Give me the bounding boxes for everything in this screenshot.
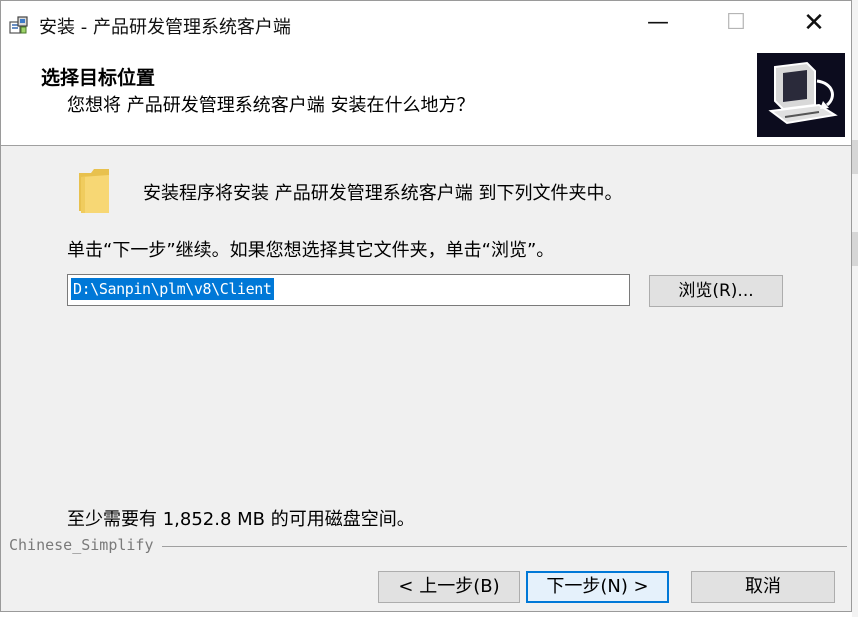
install-path-input[interactable]: D:\Sanpin\plm\v8\Client <box>67 274 630 306</box>
window-title: 安装 - 产品研发管理系统客户端 <box>39 17 291 38</box>
close-button[interactable]: ✕ <box>775 1 851 45</box>
installer-icon <box>9 16 28 34</box>
title-bar[interactable]: 安装 - 产品研发管理系统客户端 — ☐ ✕ <box>1 1 851 45</box>
maximize-button[interactable]: ☐ <box>697 1 775 45</box>
wizard-header: 选择目标位置 您想将 产品研发管理系统客户端 安装在什么地方？ <box>1 45 851 146</box>
language-label: Chinese_Simplify <box>9 536 162 554</box>
background-edge <box>852 0 858 617</box>
intro-text: 安装程序将安装 产品研发管理系统客户端 到下列文件夹中。 <box>143 183 623 204</box>
page-title: 选择目标位置 <box>41 67 156 89</box>
page-subtitle: 您想将 产品研发管理系统客户端 安装在什么地方？ <box>67 95 475 116</box>
minimize-button[interactable]: — <box>619 1 697 45</box>
installer-window: 安装 - 产品研发管理系统客户端 — ☐ ✕ 选择目标位置 您想将 产品研发管理… <box>0 0 852 612</box>
install-path-value: D:\Sanpin\plm\v8\Client <box>71 278 274 300</box>
folder-icon <box>79 169 109 213</box>
cancel-button[interactable]: 取消 <box>691 571 835 603</box>
computer-install-logo <box>757 53 845 137</box>
instruction-text: 单击“下一步”继续。如果您想选择其它文件夹，单击“浏览”。 <box>67 240 555 261</box>
edge-mark <box>852 140 858 174</box>
browse-button[interactable]: 浏览(R)... <box>649 275 783 307</box>
back-button[interactable]: < 上一步(B) <box>378 571 520 603</box>
disk-space-text: 至少需要有 1,852.8 MB 的可用磁盘空间。 <box>67 509 415 530</box>
next-button[interactable]: 下一步(N) > <box>526 571 669 603</box>
edge-mark <box>852 232 858 266</box>
